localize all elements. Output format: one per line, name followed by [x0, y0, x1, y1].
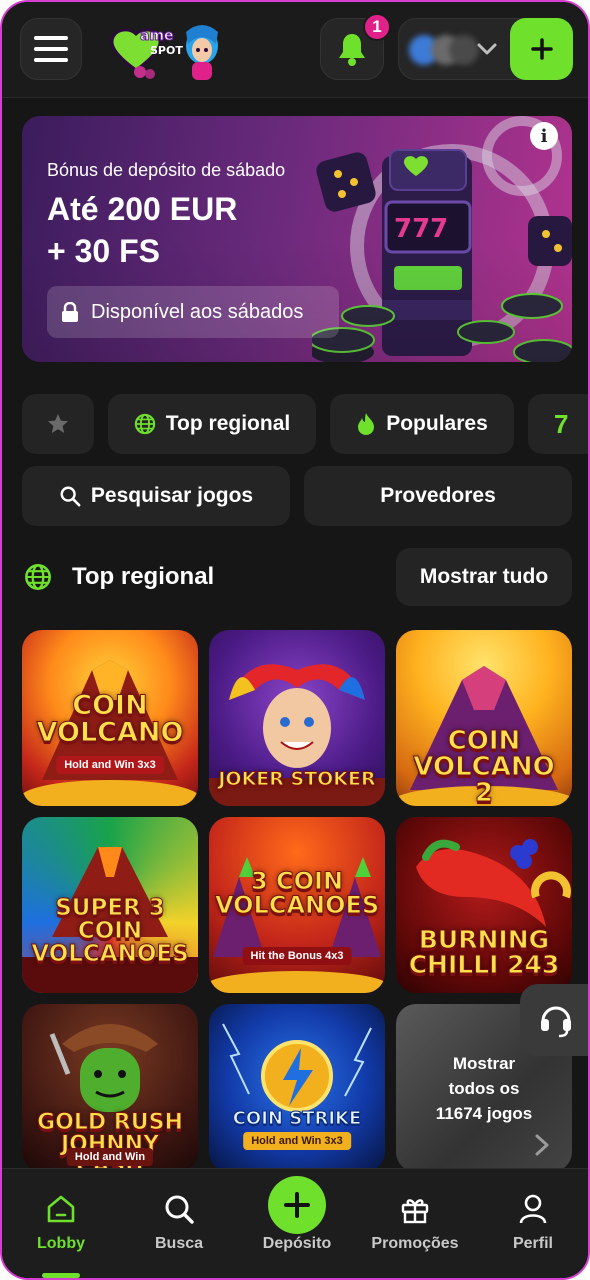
globe-icon — [134, 413, 155, 435]
promo-banner[interactable]: 777 i Bónus de depósito de sábado Até 20… — [22, 116, 572, 362]
nav-promotions[interactable]: Promoções — [360, 1193, 470, 1253]
hidden-balance — [409, 35, 479, 65]
game-title: Burning Chilli 243 — [408, 925, 560, 979]
info-icon[interactable]: i — [530, 122, 558, 150]
bell-icon — [339, 34, 365, 66]
game-tile[interactable]: Joker Stoker — [209, 630, 385, 806]
app-screen: ame SPOT 1 i Bónus de depósito de sábado… — [0, 0, 590, 1280]
menu-button[interactable] — [20, 18, 82, 80]
active-indicator — [42, 1273, 80, 1278]
game-tile[interactable]: Burning Chilli 243 — [396, 817, 572, 993]
nav-label: Perfil — [512, 1235, 553, 1252]
providers-button[interactable]: Provedores — [304, 466, 572, 526]
star-icon — [48, 414, 68, 433]
lock-icon — [62, 302, 78, 322]
nav-label: Promoções — [371, 1235, 459, 1252]
nav-deposit[interactable]: Depósito — [242, 1235, 352, 1253]
game-tile[interactable]: Coin Strike Hold and Win 3x3 — [209, 1004, 385, 1172]
more-tile-line: 11674 jogos — [435, 1103, 533, 1123]
user-icon — [519, 1194, 547, 1224]
game-subtitle: Hold and Win — [66, 1148, 154, 1166]
search-icon — [60, 486, 81, 507]
game-tile[interactable]: Super 3 Coin Volcanoes — [22, 817, 198, 993]
game-tile[interactable]: 3 Coin Volcanoes Hit the Bonus 4x3 — [209, 817, 385, 993]
add-funds-button[interactable] — [510, 18, 573, 80]
plus-icon — [530, 38, 553, 60]
menu-icon-line — [34, 47, 68, 51]
chip-popular[interactable]: Populares — [330, 394, 514, 454]
game-title: Joker Stoker — [218, 768, 376, 790]
chip-top-regional[interactable]: Top regional — [108, 394, 316, 454]
support-button[interactable] — [520, 984, 588, 1056]
headset-icon — [541, 1006, 571, 1038]
game-tile[interactable]: Gold Rush Johnny Cash Hold and Win — [22, 1004, 198, 1172]
section-title: Top regional — [24, 554, 214, 600]
game-title: Super 3 Coin Volcanoes — [31, 895, 189, 967]
notification-badge: 1 — [363, 13, 391, 41]
chip-partial[interactable]: 7 — [528, 394, 588, 454]
banner-title-line: Até 200 EUR — [47, 191, 238, 227]
gift-icon — [401, 1199, 429, 1224]
flame-icon — [358, 413, 375, 435]
banner-title-line: + 30 FS — [47, 233, 160, 269]
menu-icon-line — [34, 36, 68, 40]
svg-text:SPOT: SPOT — [150, 44, 183, 57]
game-subtitle: Hit the Bonus 4x3 — [242, 947, 352, 965]
game-subtitle: Hold and Win 3x3 — [243, 1132, 351, 1150]
top-bar: ame SPOT 1 — [2, 2, 588, 98]
game-title: Coin Volcano 2 — [413, 726, 555, 807]
game-title: Coin Strike — [232, 1108, 362, 1129]
game-title: Coin Volcano — [36, 690, 184, 748]
nav-label: Lobby — [37, 1235, 85, 1252]
chip-label: Populares — [386, 412, 488, 435]
more-tile-line: todos os — [448, 1078, 520, 1098]
nav-search[interactable]: Busca — [124, 1193, 234, 1253]
nav-label: Busca — [154, 1235, 204, 1252]
notifications-button[interactable]: 1 — [320, 13, 391, 80]
availability-text: Disponível aos sábados — [91, 300, 304, 323]
plus-icon — [284, 1192, 310, 1218]
game-tile[interactable]: Coin Volcano 2 — [396, 630, 572, 806]
chip-label: 7 — [554, 408, 569, 439]
svg-text:ame: ame — [140, 28, 174, 44]
chip-label: Provedores — [380, 484, 496, 507]
chip-label: Top regional — [165, 412, 291, 435]
availability-pill: Disponível aos sábados — [47, 286, 339, 338]
section-title-text: Top regional — [72, 563, 215, 590]
search-games-button[interactable]: Pesquisar jogos — [22, 466, 290, 526]
game-subtitle: Hold and Win 3x3 — [56, 756, 164, 774]
nav-label: Depósito — [262, 1235, 332, 1252]
chevron-right-icon — [535, 1134, 549, 1156]
show-all-button[interactable]: Mostrar tudo — [396, 548, 572, 606]
search-icon — [165, 1195, 194, 1224]
game-tile[interactable]: Coin Volcano Hold and Win 3x3 — [22, 630, 198, 806]
banner-title: Até 200 EUR + 30 FS — [47, 188, 237, 272]
brand-logo[interactable]: ame SPOT — [106, 20, 234, 82]
favorites-chip[interactable] — [22, 394, 94, 454]
menu-icon-line — [34, 58, 68, 62]
chip-label: Pesquisar jogos — [90, 484, 254, 507]
nav-profile[interactable]: Perfil — [478, 1193, 588, 1253]
more-tile-line: Mostrar — [452, 1053, 516, 1073]
game-title: 3 Coin Volcanoes — [215, 867, 380, 919]
deposit-button[interactable] — [268, 1176, 326, 1234]
nav-lobby[interactable]: Lobby — [6, 1193, 116, 1253]
globe-icon — [25, 564, 51, 590]
home-icon — [47, 1195, 75, 1223]
banner-subtitle: Bónus de depósito de sábado — [47, 160, 286, 180]
chevron-down-icon — [477, 43, 497, 55]
